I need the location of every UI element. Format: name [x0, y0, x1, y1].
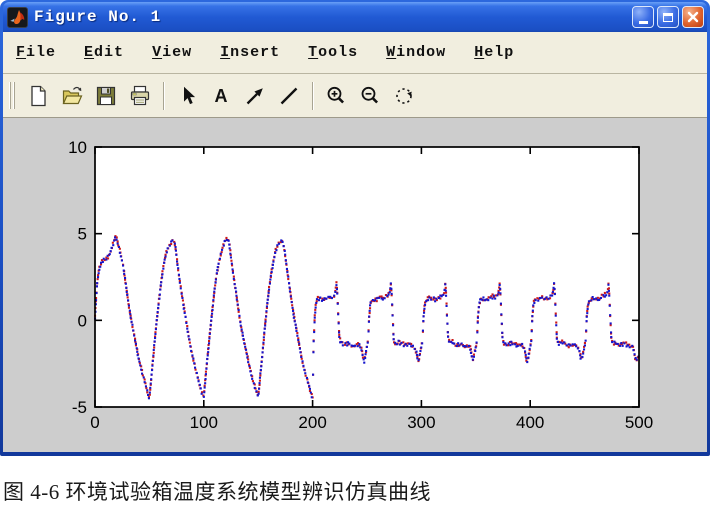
titlebar[interactable]: Figure No. 1 [3, 2, 707, 32]
zoom-in-icon [324, 84, 348, 108]
edit-pointer-button[interactable] [172, 81, 202, 111]
insert-arrow-button[interactable] [240, 81, 270, 111]
menu-tools-label: ools [318, 44, 358, 61]
menu-edit[interactable]: Edit [84, 44, 124, 61]
new-figure-button[interactable] [23, 81, 53, 111]
menu-insert-label: nsert [230, 44, 280, 61]
x-tick-label: 200 [298, 413, 326, 432]
figure-canvas: 0100200300400500-50510 [3, 118, 707, 452]
menu-tools-mnemonic: T [308, 44, 318, 61]
y-tick-label: 5 [78, 225, 87, 244]
text-tool-icon: A [209, 84, 233, 108]
minimize-icon [639, 21, 648, 24]
y-tick-label: 10 [68, 138, 87, 157]
axes-plot: 0100200300400500-50510 [3, 118, 707, 452]
arrow-tool-icon [243, 84, 267, 108]
pointer-arrow-icon [175, 84, 199, 108]
x-tick-label: 500 [625, 413, 653, 432]
toolbar-separator [163, 82, 165, 110]
menu-file-label: ile [26, 44, 56, 61]
x-tick-label: 100 [190, 413, 218, 432]
menu-file-mnemonic: F [16, 44, 26, 61]
insert-text-button[interactable]: A [206, 81, 236, 111]
print-figure-button[interactable] [125, 81, 155, 111]
page: { "window": { "title": "Figure No. 1" },… [0, 0, 710, 522]
minimize-button[interactable] [632, 6, 654, 28]
menu-edit-label: dit [94, 44, 124, 61]
insert-line-button[interactable] [274, 81, 304, 111]
y-tick-label: 0 [78, 311, 87, 330]
save-floppy-icon [94, 84, 118, 108]
x-tick-label: 400 [516, 413, 544, 432]
maximize-button[interactable] [657, 6, 679, 28]
menu-help-label: elp [484, 44, 514, 61]
text-tool-glyph: A [215, 86, 228, 106]
open-folder-icon [60, 84, 84, 108]
plot-area[interactable] [95, 147, 639, 407]
menu-window[interactable]: Window [386, 44, 446, 61]
menu-file[interactable]: File [16, 44, 56, 61]
line-tool-icon [277, 84, 301, 108]
menu-view-mnemonic: V [152, 44, 162, 61]
rotate-3d-icon [392, 84, 416, 108]
open-file-button[interactable] [57, 81, 87, 111]
menu-window-mnemonic: W [386, 44, 396, 61]
maximize-icon [663, 13, 673, 22]
toolbar-grip[interactable] [9, 82, 17, 109]
menu-window-label: indow [396, 44, 446, 61]
menu-help[interactable]: Help [474, 44, 514, 61]
window-title: Figure No. 1 [34, 8, 629, 26]
menu-edit-mnemonic: E [84, 44, 94, 61]
toolbar-separator [312, 82, 314, 110]
matlab-figure-window: Figure No. 1 File Edit View Insert Tools… [0, 0, 710, 456]
menu-view-label: iew [162, 44, 192, 61]
zoom-out-icon [358, 84, 382, 108]
x-tick-label: 0 [90, 413, 99, 432]
menu-insert-mnemonic: I [220, 44, 230, 61]
close-button[interactable] [682, 6, 704, 28]
y-tick-label: -5 [72, 398, 87, 417]
menu-help-mnemonic: H [474, 44, 484, 61]
zoom-in-button[interactable] [321, 81, 351, 111]
printer-icon [128, 84, 152, 108]
toolbar: A [3, 74, 707, 118]
window-controls [629, 6, 704, 28]
zoom-out-button[interactable] [355, 81, 385, 111]
menu-insert[interactable]: Insert [220, 44, 280, 61]
new-document-icon [26, 84, 50, 108]
save-figure-button[interactable] [91, 81, 121, 111]
rotate-3d-button[interactable] [389, 81, 419, 111]
x-tick-label: 300 [407, 413, 435, 432]
figure-caption: 图 4-6 环境试验箱温度系统模型辨识仿真曲线 [3, 476, 707, 506]
menu-view[interactable]: View [152, 44, 192, 61]
close-icon [687, 11, 699, 23]
menu-tools[interactable]: Tools [308, 44, 358, 61]
matlab-app-icon [7, 7, 28, 28]
menubar: File Edit View Insert Tools Window Help [3, 32, 707, 74]
